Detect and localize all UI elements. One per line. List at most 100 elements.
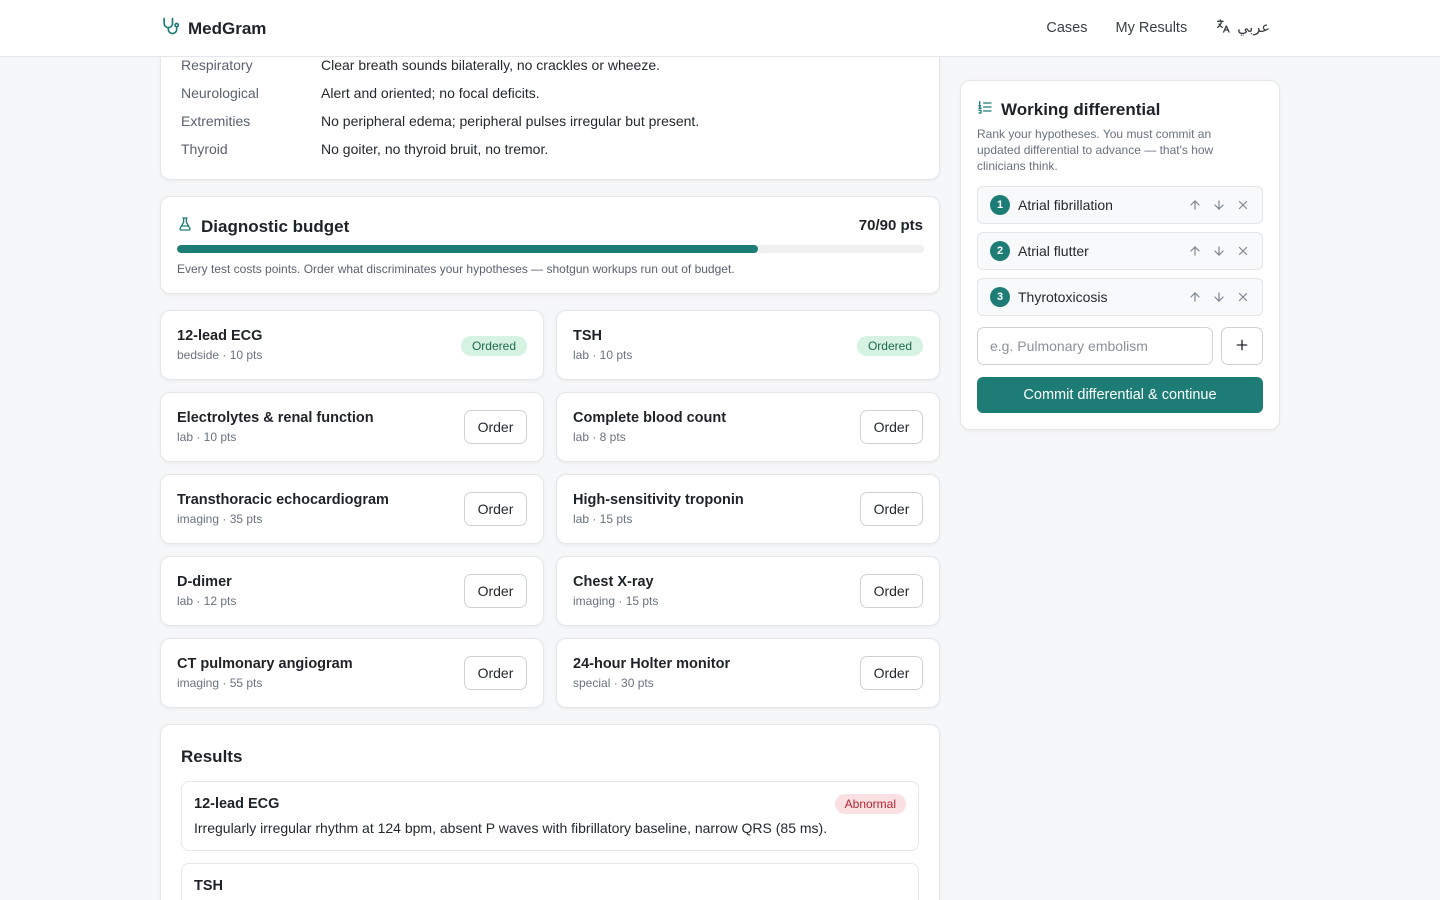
hypothesis-actions bbox=[1188, 289, 1250, 305]
hypothesis-actions bbox=[1188, 197, 1250, 213]
test-name: D-dimer bbox=[177, 574, 232, 590]
main-nav: Cases My Results عربي bbox=[1046, 18, 1270, 38]
order-button[interactable]: Order bbox=[464, 410, 527, 444]
test-card-d-dimer: D-dimer lab · 12 pts Order bbox=[160, 556, 544, 626]
result-item: 12-lead ECG Abnormal Irregularly irregul… bbox=[181, 781, 919, 851]
result-text: Irregularly irregular rhythm at 124 bpm,… bbox=[194, 820, 828, 836]
brand-name: MedGram bbox=[188, 18, 267, 38]
diagnostic-budget-card: Diagnostic budget 70/90 pts Every test c… bbox=[160, 196, 940, 294]
hypothesis-label: Atrial fibrillation bbox=[1018, 197, 1113, 213]
order-button[interactable]: Order bbox=[860, 492, 923, 526]
top-navbar: MedGram Cases My Results عربي bbox=[0, 0, 1440, 57]
hypothesis-label: Thyrotoxicosis bbox=[1018, 289, 1108, 305]
arrow-up-icon[interactable] bbox=[1188, 243, 1202, 259]
test-name: Complete blood count bbox=[573, 410, 727, 426]
test-meta: imaging · 15 pts bbox=[573, 594, 659, 608]
exam-system: Thyroid bbox=[181, 141, 228, 157]
exam-finding: Clear breath sounds bilaterally, no crac… bbox=[321, 57, 661, 73]
hypothesis-label: Atrial flutter bbox=[1018, 243, 1089, 259]
budget-note: Every test costs points. Order what disc… bbox=[177, 262, 735, 276]
abnormal-badge: Abnormal bbox=[834, 794, 906, 814]
flask-icon bbox=[177, 215, 193, 238]
order-button[interactable]: Order bbox=[860, 574, 923, 608]
nav-cases[interactable]: Cases bbox=[1046, 20, 1087, 36]
add-hypothesis-button[interactable] bbox=[1221, 327, 1263, 365]
test-card-ecg: 12-lead ECG bedside · 10 pts Ordered bbox=[160, 310, 544, 380]
translate-icon bbox=[1215, 18, 1231, 38]
test-meta: special · 30 pts bbox=[573, 676, 654, 690]
hypothesis-item[interactable]: 1 Atrial fibrillation bbox=[977, 186, 1263, 224]
order-button[interactable]: Order bbox=[860, 410, 923, 444]
test-name: TSH bbox=[573, 328, 602, 344]
differential-title: Working differential bbox=[1001, 99, 1161, 119]
order-button[interactable]: Order bbox=[464, 656, 527, 690]
arrow-down-icon[interactable] bbox=[1212, 197, 1226, 213]
test-name: 12-lead ECG bbox=[177, 328, 263, 344]
test-meta: lab · 15 pts bbox=[573, 512, 633, 526]
budget-progress-fill bbox=[177, 245, 759, 253]
result-item: TSH bbox=[181, 863, 919, 900]
budget-title: Diagnostic budget bbox=[201, 216, 350, 236]
differential-description: Rank your hypotheses. You must commit an… bbox=[977, 127, 1214, 173]
test-meta: lab · 12 pts bbox=[177, 594, 237, 608]
test-meta: lab · 8 pts bbox=[573, 430, 626, 444]
close-icon[interactable] bbox=[1236, 197, 1250, 213]
order-button[interactable]: Order bbox=[464, 492, 527, 526]
test-card-holter: 24-hour Holter monitor special · 30 pts … bbox=[556, 638, 940, 708]
ordered-badge: Ordered bbox=[460, 336, 527, 356]
order-button[interactable]: Order bbox=[860, 656, 923, 690]
test-name: 24-hour Holter monitor bbox=[573, 656, 731, 672]
test-meta: imaging · 35 pts bbox=[177, 512, 263, 526]
test-card-troponin: High-sensitivity troponin lab · 15 pts O… bbox=[556, 474, 940, 544]
close-icon[interactable] bbox=[1236, 289, 1250, 305]
stethoscope-icon bbox=[160, 16, 180, 41]
hypothesis-rank: 2 bbox=[990, 241, 1010, 261]
exam-finding: No peripheral edema; peripheral pulses i… bbox=[321, 113, 700, 129]
hypothesis-rank: 1 bbox=[990, 195, 1010, 215]
hypothesis-rank: 3 bbox=[990, 287, 1010, 307]
test-card-ctpa: CT pulmonary angiogram imaging · 55 pts … bbox=[160, 638, 544, 708]
commit-differential-button[interactable]: Commit differential & continue bbox=[977, 377, 1263, 413]
differential-heading: Working differential bbox=[977, 99, 1160, 120]
hypothesis-input[interactable] bbox=[977, 327, 1213, 365]
brand-logo[interactable]: MedGram bbox=[160, 16, 266, 41]
ordered-badge: Ordered bbox=[856, 336, 923, 356]
hypothesis-item[interactable]: 2 Atrial flutter bbox=[977, 232, 1263, 270]
list-ordered-icon bbox=[977, 99, 993, 120]
test-card-chest-xray: Chest X-ray imaging · 15 pts Order bbox=[556, 556, 940, 626]
language-switcher[interactable]: عربي bbox=[1215, 18, 1270, 38]
result-name: 12-lead ECG bbox=[194, 796, 280, 812]
test-card-cbc: Complete blood count lab · 8 pts Order bbox=[556, 392, 940, 462]
test-card-echo: Transthoracic echocardiogram imaging · 3… bbox=[160, 474, 544, 544]
test-meta: lab · 10 pts bbox=[177, 430, 237, 444]
test-card-electrolytes: Electrolytes & renal function lab · 10 p… bbox=[160, 392, 544, 462]
arrow-up-icon[interactable] bbox=[1188, 289, 1202, 305]
test-meta: bedside · 10 pts bbox=[177, 348, 263, 362]
plus-icon bbox=[1234, 339, 1250, 356]
test-meta: imaging · 55 pts bbox=[177, 676, 263, 690]
budget-heading: Diagnostic budget bbox=[177, 215, 349, 238]
budget-points: 70/90 pts bbox=[858, 217, 923, 234]
result-name: TSH bbox=[194, 878, 223, 894]
order-button[interactable]: Order bbox=[464, 574, 527, 608]
test-meta: lab · 10 pts bbox=[573, 348, 633, 362]
exam-system: Extremities bbox=[181, 113, 251, 129]
test-card-tsh: TSH lab · 10 pts Ordered bbox=[556, 310, 940, 380]
test-name: Chest X-ray bbox=[573, 574, 654, 590]
hypothesis-item[interactable]: 3 Thyrotoxicosis bbox=[977, 278, 1263, 316]
arrow-down-icon[interactable] bbox=[1212, 243, 1226, 259]
exam-finding: No goiter, no thyroid bruit, no tremor. bbox=[321, 141, 549, 157]
nav-my-results[interactable]: My Results bbox=[1116, 20, 1188, 36]
results-card: Results 12-lead ECG Abnormal Irregularly… bbox=[160, 724, 940, 900]
exam-finding: Alert and oriented; no focal deficits. bbox=[321, 85, 540, 101]
arrow-up-icon[interactable] bbox=[1188, 197, 1202, 213]
test-name: Transthoracic echocardiogram bbox=[177, 492, 389, 508]
arrow-down-icon[interactable] bbox=[1212, 289, 1226, 305]
working-differential-card: Working differential Rank your hypothese… bbox=[960, 80, 1280, 430]
exam-system: Respiratory bbox=[181, 57, 253, 73]
close-icon[interactable] bbox=[1236, 243, 1250, 259]
budget-progress-bar bbox=[177, 245, 924, 253]
hypothesis-actions bbox=[1188, 243, 1250, 259]
exam-system: Neurological bbox=[181, 85, 259, 101]
language-label: عربي bbox=[1237, 20, 1270, 36]
